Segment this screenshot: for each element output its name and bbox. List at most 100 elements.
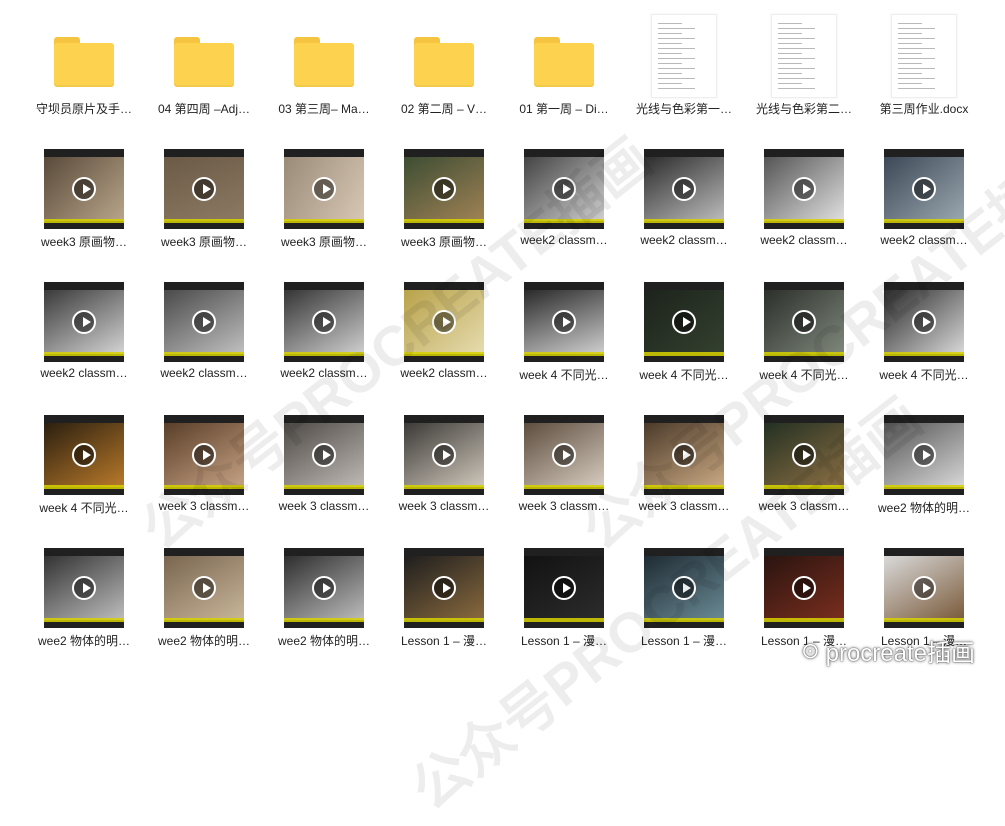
- thumbnail: [884, 415, 964, 495]
- video-item[interactable]: Lesson 1 – 漫…: [624, 532, 744, 660]
- play-icon: [552, 576, 576, 600]
- item-label: Lesson 1 – 漫…: [520, 634, 608, 648]
- item-label: 04 第四周 –Adj…: [157, 102, 251, 116]
- thumbnail: [44, 282, 124, 362]
- item-label: week2 classm…: [280, 366, 368, 380]
- document-icon: [891, 14, 957, 98]
- thumbnail: [284, 282, 364, 362]
- video-item[interactable]: week 3 classm…: [624, 399, 744, 527]
- video-item[interactable]: wee2 物体的明…: [144, 532, 264, 660]
- video-thumbnail: [164, 282, 244, 362]
- thumbnail: [524, 149, 604, 229]
- item-label: Lesson 1 – 漫…: [400, 634, 488, 648]
- video-item[interactable]: week2 classm…: [624, 133, 744, 261]
- play-icon: [72, 576, 96, 600]
- play-icon: [792, 310, 816, 334]
- folder-icon: [534, 37, 594, 87]
- video-item[interactable]: Lesson 1 – 漫…: [384, 532, 504, 660]
- video-item[interactable]: week2 classm…: [384, 266, 504, 394]
- document-item[interactable]: 光线与色彩第二…: [744, 0, 864, 128]
- thumbnail: [644, 282, 724, 362]
- video-item[interactable]: week3 原画物…: [264, 133, 384, 261]
- video-item[interactable]: week2 classm…: [24, 266, 144, 394]
- video-item[interactable]: week3 原画物…: [144, 133, 264, 261]
- video-thumbnail: [764, 415, 844, 495]
- item-label: week 4 不同光…: [639, 368, 729, 382]
- video-thumbnail: [764, 282, 844, 362]
- video-item[interactable]: week3 原画物…: [384, 133, 504, 261]
- thumbnail: [404, 16, 484, 96]
- thumbnail: [644, 415, 724, 495]
- video-thumbnail: [644, 548, 724, 628]
- video-item[interactable]: week 3 classm…: [264, 399, 384, 527]
- folder-item[interactable]: 03 第三周– Ma…: [264, 0, 384, 128]
- item-label: wee2 物体的明…: [277, 634, 371, 648]
- video-item[interactable]: week 3 classm…: [384, 399, 504, 527]
- video-item[interactable]: week 3 classm…: [744, 399, 864, 527]
- thumbnail: [404, 149, 484, 229]
- play-icon: [912, 443, 936, 467]
- video-item[interactable]: week3 原画物…: [24, 133, 144, 261]
- document-item[interactable]: 第三周作业.docx: [864, 0, 984, 128]
- item-label: week2 classm…: [160, 366, 248, 380]
- folder-item[interactable]: 守坝员原片及手…: [24, 0, 144, 128]
- thumbnail: [884, 14, 964, 98]
- video-thumbnail: [404, 282, 484, 362]
- item-label: 守坝员原片及手…: [35, 102, 132, 116]
- folder-item[interactable]: 02 第二周 – V…: [384, 0, 504, 128]
- thumbnail: [284, 149, 364, 229]
- item-label: 02 第二周 – V…: [400, 102, 488, 116]
- video-thumbnail: [164, 548, 244, 628]
- video-thumbnail: [164, 149, 244, 229]
- item-label: week3 原画物…: [160, 235, 248, 249]
- video-item[interactable]: week 4 不同光…: [24, 399, 144, 527]
- play-icon: [432, 443, 456, 467]
- video-item[interactable]: week 4 不同光…: [624, 266, 744, 394]
- video-item[interactable]: wee2 物体的明…: [864, 399, 984, 527]
- video-item[interactable]: week2 classm…: [264, 266, 384, 394]
- play-icon: [672, 177, 696, 201]
- folder-item[interactable]: 04 第四周 –Adj…: [144, 0, 264, 128]
- thumbnail: [44, 149, 124, 229]
- thumbnail: [884, 548, 964, 628]
- thumbnail: [764, 149, 844, 229]
- video-thumbnail: [44, 149, 124, 229]
- item-label: 01 第一周 – Di…: [519, 102, 609, 116]
- item-label: Lesson 1 – 漫…: [640, 634, 728, 648]
- video-item[interactable]: Lesson 1 – 漫…: [504, 532, 624, 660]
- thumbnail: [284, 415, 364, 495]
- item-label: wee2 物体的明…: [37, 634, 131, 648]
- video-item[interactable]: week2 classm…: [744, 133, 864, 261]
- video-thumbnail: [44, 282, 124, 362]
- video-item[interactable]: wee2 物体的明…: [24, 532, 144, 660]
- thumbnail: [284, 548, 364, 628]
- item-label: week 4 不同光…: [759, 368, 849, 382]
- thumbnail: [44, 548, 124, 628]
- thumbnail: [44, 415, 124, 495]
- video-item[interactable]: week 3 classm…: [144, 399, 264, 527]
- folder-item[interactable]: 01 第一周 – Di…: [504, 0, 624, 128]
- document-item[interactable]: 光线与色彩第一…: [624, 0, 744, 128]
- video-thumbnail: [284, 548, 364, 628]
- video-thumbnail: [44, 548, 124, 628]
- video-item[interactable]: week 4 不同光…: [744, 266, 864, 394]
- thumbnail: [764, 282, 844, 362]
- video-thumbnail: [404, 149, 484, 229]
- item-label: 光线与色彩第二…: [755, 102, 852, 116]
- item-label: week 4 不同光…: [519, 368, 609, 382]
- video-item[interactable]: week 4 不同光…: [504, 266, 624, 394]
- video-thumbnail: [884, 282, 964, 362]
- video-item[interactable]: week2 classm…: [504, 133, 624, 261]
- video-thumbnail: [884, 548, 964, 628]
- video-item[interactable]: week 4 不同光…: [864, 266, 984, 394]
- thumbnail: [164, 282, 244, 362]
- video-item[interactable]: wee2 物体的明…: [264, 532, 384, 660]
- play-icon: [312, 576, 336, 600]
- item-label: week3 原画物…: [40, 235, 128, 249]
- video-item[interactable]: week2 classm…: [864, 133, 984, 261]
- thumbnail: [524, 548, 604, 628]
- play-icon: [192, 177, 216, 201]
- video-item[interactable]: week 3 classm…: [504, 399, 624, 527]
- folder-icon: [294, 37, 354, 87]
- video-item[interactable]: week2 classm…: [144, 266, 264, 394]
